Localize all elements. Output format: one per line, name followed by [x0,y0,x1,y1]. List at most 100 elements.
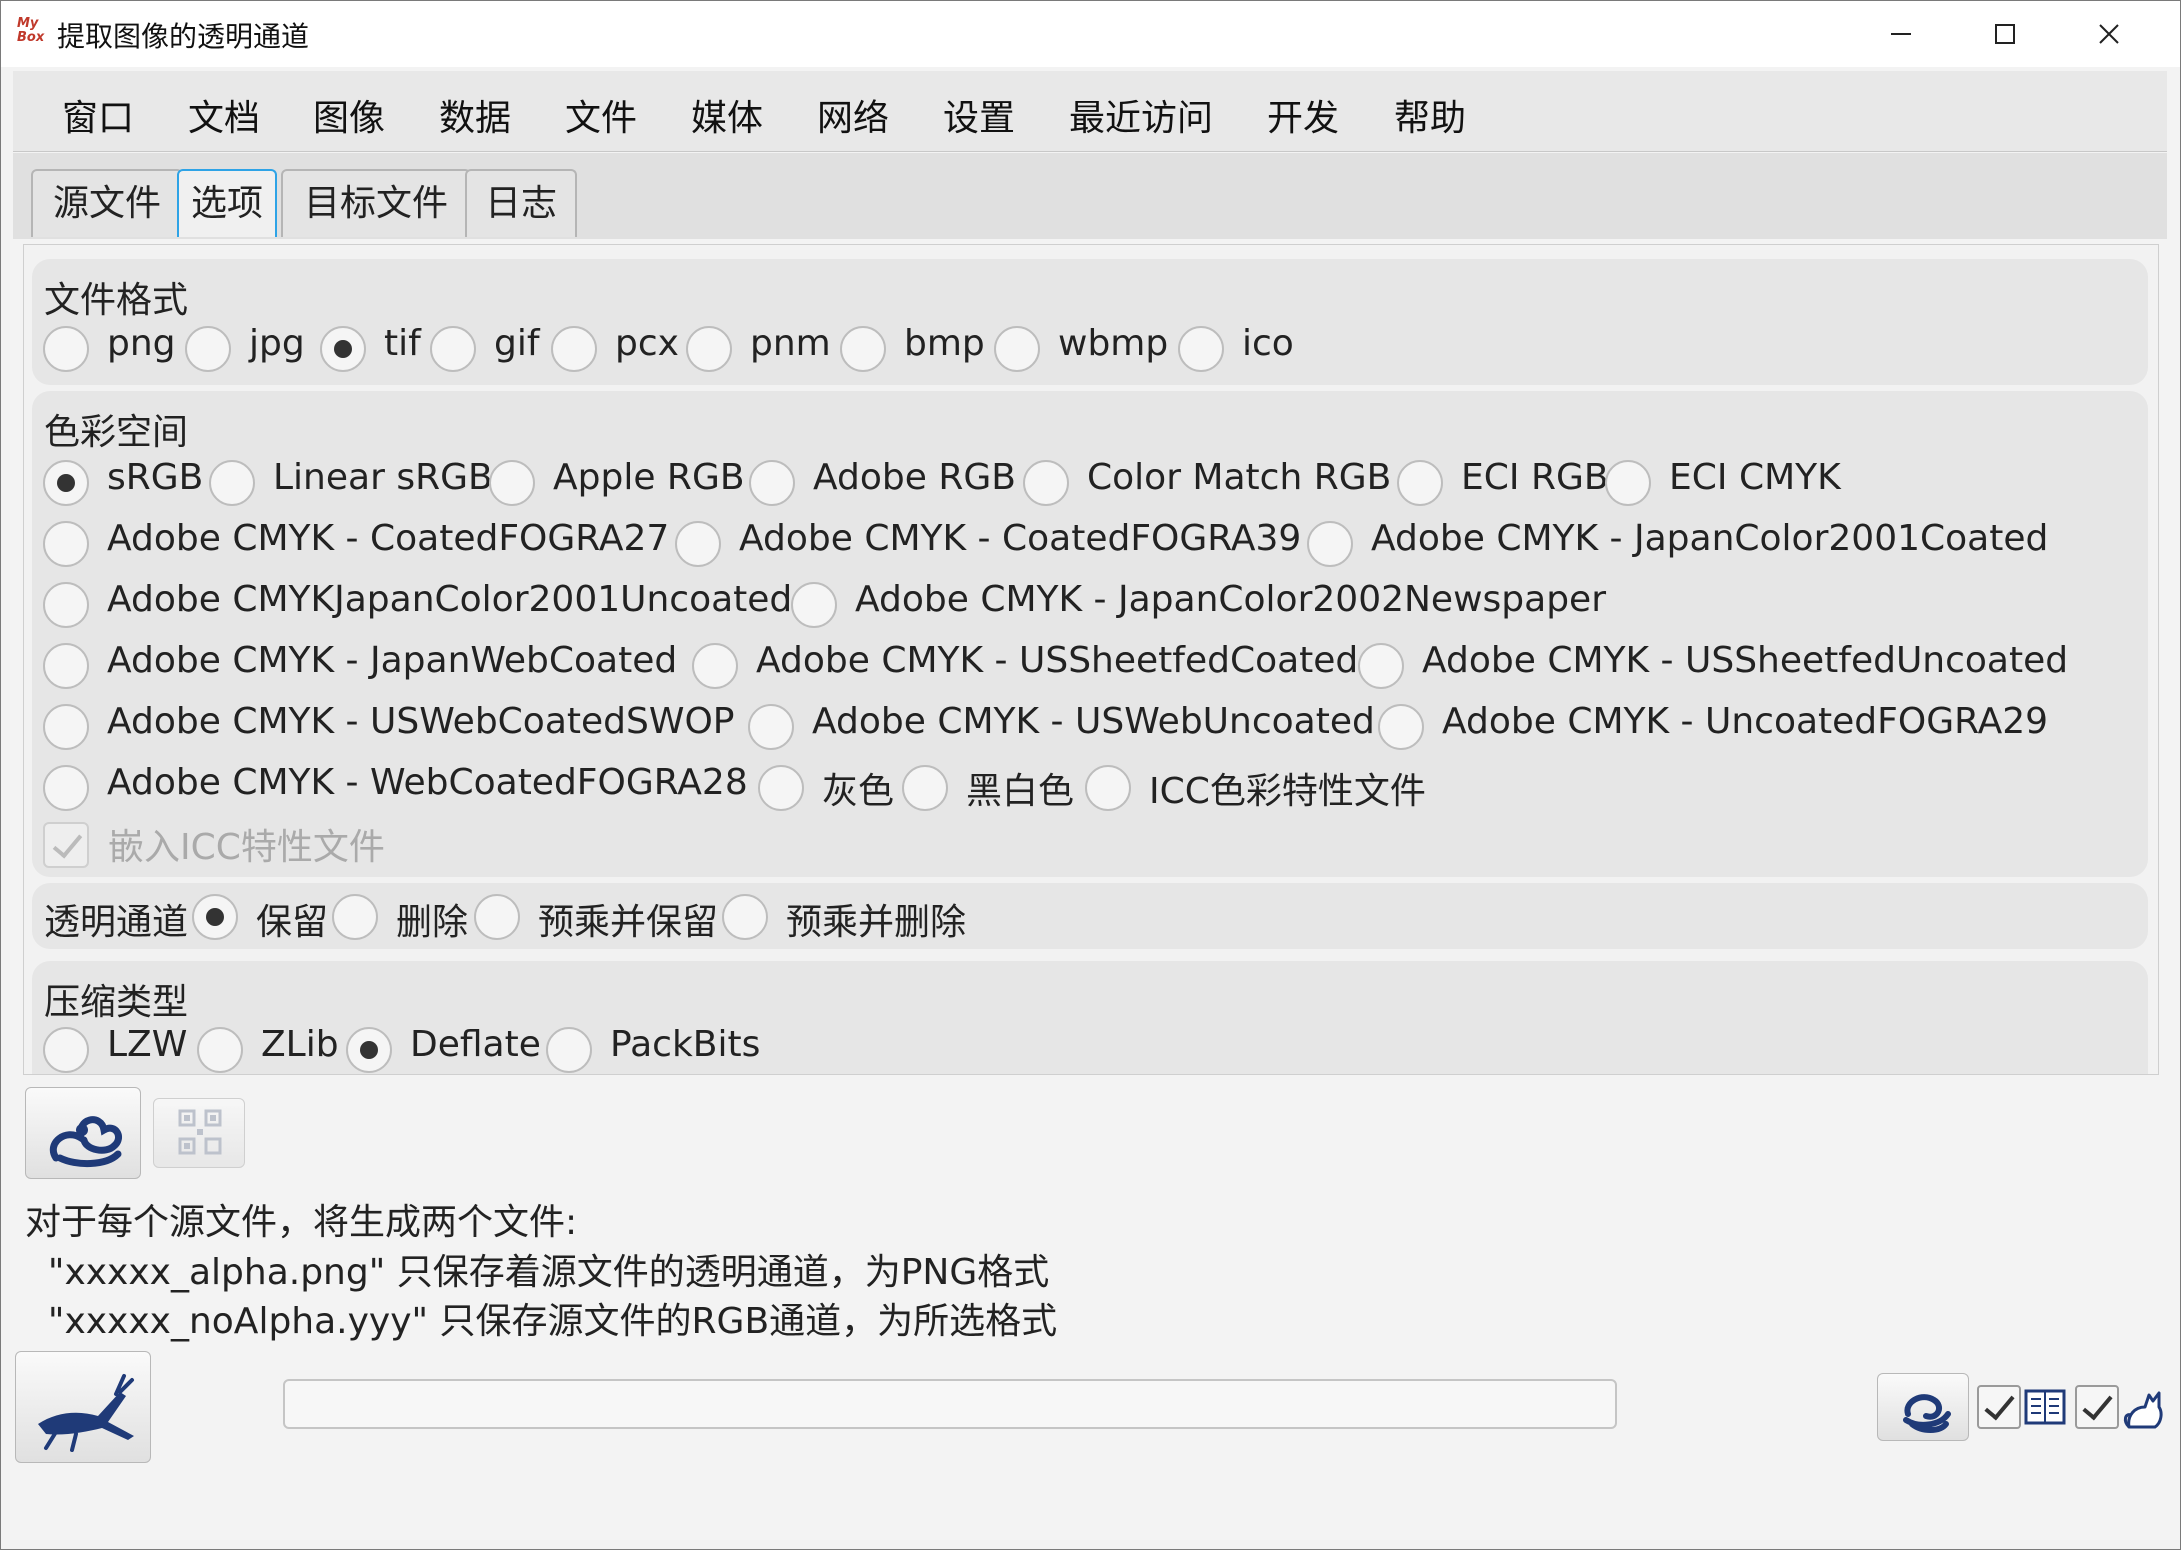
qr-code-button[interactable] [153,1098,245,1168]
radio-cs-japancolor2001uncoated[interactable] [43,582,89,628]
compression-group: 压缩类型 LZW ZLib Deflate PackBits [32,961,2148,1074]
alpha-title: 透明通道 [44,902,189,943]
mybox-logo-icon: My Box [17,16,45,45]
radio-compress-zlib[interactable] [197,1027,243,1073]
menu-network[interactable]: 网络 [817,89,889,141]
radio-alpha-premultiply-remove[interactable] [722,894,768,940]
default-options-button[interactable] [25,1087,141,1179]
options-panel: 文件格式 png jpg tif gif pcx pnm bmp wbmp ic… [23,244,2159,1075]
cs-label-black-white: 黑白色 [966,771,1075,812]
tab-options[interactable]: 选项 [177,169,277,237]
radio-cs-eci-rgb[interactable] [1397,460,1443,506]
radio-cs-black-white[interactable] [902,765,948,811]
radio-format-gif[interactable] [430,326,476,372]
format-label-tif: tif [384,323,421,364]
radio-cs-linear-srgb[interactable] [209,460,255,506]
radio-format-ico[interactable] [1178,326,1224,372]
cs-label-coated-fogra39: Adobe CMYK - CoatedFOGRA39 [739,518,1302,559]
radio-format-tif[interactable] [320,326,366,372]
menu-settings[interactable]: 设置 [943,89,1015,141]
color-space-title: 色彩空间 [44,412,189,453]
cs-label-icc-profile: ICC色彩特性文件 [1149,771,1426,812]
radio-format-bmp[interactable] [840,326,886,372]
format-label-gif: gif [494,323,540,364]
settings-swirl-button[interactable] [1877,1373,1969,1441]
menu-window[interactable]: 窗口 [62,89,134,141]
cs-label-adobe-rgb: Adobe RGB [813,457,1016,498]
menu-data[interactable]: 数据 [439,89,511,141]
menu-help[interactable]: 帮助 [1394,89,1466,141]
cs-label-ussheetfedcoated: Adobe CMYK - USSheetfedCoated [756,640,1359,681]
progress-bar [283,1379,1617,1429]
info-line-1: 对于每个源文件，将生成两个文件: [25,1202,578,1243]
format-label-wbmp: wbmp [1058,323,1169,364]
radio-format-jpg[interactable] [185,326,231,372]
cs-label-webcoatedfogra28: Adobe CMYK - WebCoatedFOGRA28 [107,762,748,803]
alpha-label-premultiply-remove: 预乘并删除 [786,902,967,943]
radio-cs-adobe-rgb[interactable] [749,460,795,506]
radio-format-png[interactable] [43,326,89,372]
menu-image[interactable]: 图像 [313,89,385,141]
cs-label-japancolor2002newspaper: Adobe CMYK - JapanColor2002Newspaper [855,579,1606,620]
close-button[interactable] [2057,1,2161,67]
menu-media[interactable]: 媒体 [691,89,763,141]
menu-document[interactable]: 文档 [188,89,260,141]
minimize-button[interactable] [1849,1,1953,67]
radio-alpha-premultiply-keep[interactable] [474,894,520,940]
swirl-icon [1903,1394,1951,1433]
color-space-group: 色彩空间 sRGB Linear sRGB Apple RGB Adobe RG… [32,391,2148,877]
format-label-pcx: pcx [615,323,679,364]
cs-label-japancolor2001uncoated: Adobe CMYKJapanColor2001Uncoated [107,579,793,620]
radio-cs-eci-cmyk[interactable] [1605,460,1651,506]
compress-label-deflate: Deflate [410,1024,541,1065]
radio-format-pcx[interactable] [551,326,597,372]
tab-bar: 源文件 选项 目标文件 日志 [13,153,2167,239]
compress-label-lzw: LZW [107,1024,188,1065]
open-target-checkbox[interactable] [1977,1385,2021,1429]
radio-cs-ussheetfedcoated[interactable] [692,643,738,689]
radio-cs-japancolor2002newspaper[interactable] [791,582,837,628]
radio-cs-webcoatedfogra28[interactable] [43,765,89,811]
cloud-swirl-icon [50,1116,122,1168]
cs-label-gray: 灰色 [822,771,895,812]
start-button[interactable] [15,1351,151,1463]
radio-cs-uncoatedfogra29[interactable] [1378,704,1424,750]
radio-cs-uswebcoatedswop[interactable] [43,704,89,750]
cs-label-uncoatedfogra29: Adobe CMYK - UncoatedFOGRA29 [1442,701,2049,742]
radio-compress-deflate[interactable] [346,1027,392,1073]
menu-file[interactable]: 文件 [565,89,637,141]
embed-icc-checkbox[interactable] [43,822,89,868]
radio-compress-lzw[interactable] [43,1027,89,1073]
menu-recent[interactable]: 最近访问 [1069,89,1213,141]
radio-cs-coated-fogra39[interactable] [675,521,721,567]
radio-cs-apple-rgb[interactable] [489,460,535,506]
cs-label-linear-srgb: Linear sRGB [273,457,493,498]
radio-format-pnm[interactable] [686,326,732,372]
tab-log[interactable]: 日志 [465,169,577,237]
menu-develop[interactable]: 开发 [1267,89,1339,141]
radio-cs-srgb[interactable] [43,460,89,506]
cs-label-srgb: sRGB [107,457,204,498]
maximize-button[interactable] [1953,1,2057,67]
radio-cs-coated-fogra27[interactable] [43,521,89,567]
compress-label-packbits: PackBits [610,1024,761,1065]
tab-source-files[interactable]: 源文件 [31,169,183,237]
radio-format-wbmp[interactable] [994,326,1040,372]
radio-cs-ussheetfeduncoated[interactable] [1358,643,1404,689]
radio-cs-color-match-rgb[interactable] [1023,460,1069,506]
cs-label-color-match-rgb: Color Match RGB [1087,457,1392,498]
radio-cs-uswebuncoated[interactable] [748,704,794,750]
radio-alpha-remove[interactable] [332,894,378,940]
radio-cs-gray[interactable] [758,765,804,811]
cat-icon [2123,1391,2163,1429]
radio-alpha-keep[interactable] [192,894,238,940]
radio-cs-icc-profile[interactable] [1085,765,1131,811]
radio-cs-japanwebcoated[interactable] [43,643,89,689]
running-antelope-icon [38,1374,134,1452]
miao-checkbox[interactable] [2075,1385,2119,1429]
radio-cs-japancolor2001coated[interactable] [1307,521,1353,567]
cs-label-eci-cmyk: ECI CMYK [1669,457,1841,498]
radio-compress-packbits[interactable] [546,1027,592,1073]
book-icon [2024,1389,2066,1425]
tab-target-files[interactable]: 目标文件 [281,169,471,237]
